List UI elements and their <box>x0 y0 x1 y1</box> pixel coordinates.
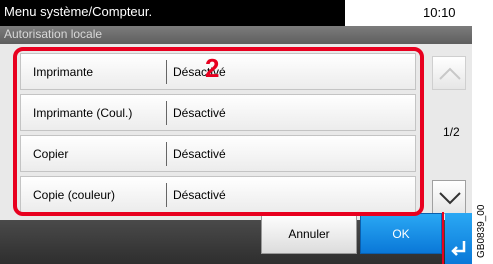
callout-line <box>442 212 444 264</box>
scroll-down-button[interactable] <box>432 180 466 214</box>
scroll-up-button[interactable] <box>432 56 466 90</box>
menu-title: Menu système/Compteur. <box>4 4 153 19</box>
status-bar: Menu système/Compteur. 10:10 <box>0 0 472 26</box>
ok-button[interactable]: OK <box>360 213 442 254</box>
page-indicator: 1/2 <box>443 125 460 139</box>
step-number: 2 <box>205 53 220 83</box>
enter-return-icon <box>451 241 466 256</box>
cancel-button-label: Annuler <box>288 227 330 241</box>
ok-button-label: OK <box>392 227 410 241</box>
cancel-button[interactable]: Annuler <box>261 213 357 254</box>
touch-panel-screen: Menu système/Compteur. 10:10 Autorisatio… <box>0 0 472 264</box>
chevron-down-icon <box>439 192 461 205</box>
screen-subtitle: Autorisation locale <box>4 27 103 41</box>
enter-button[interactable] <box>445 213 472 264</box>
subtitle-bar: Autorisation locale <box>0 26 472 44</box>
clock: 10:10 <box>423 5 456 20</box>
figure-code: GB0839_00 <box>476 204 487 258</box>
chevron-up-icon <box>439 67 461 80</box>
